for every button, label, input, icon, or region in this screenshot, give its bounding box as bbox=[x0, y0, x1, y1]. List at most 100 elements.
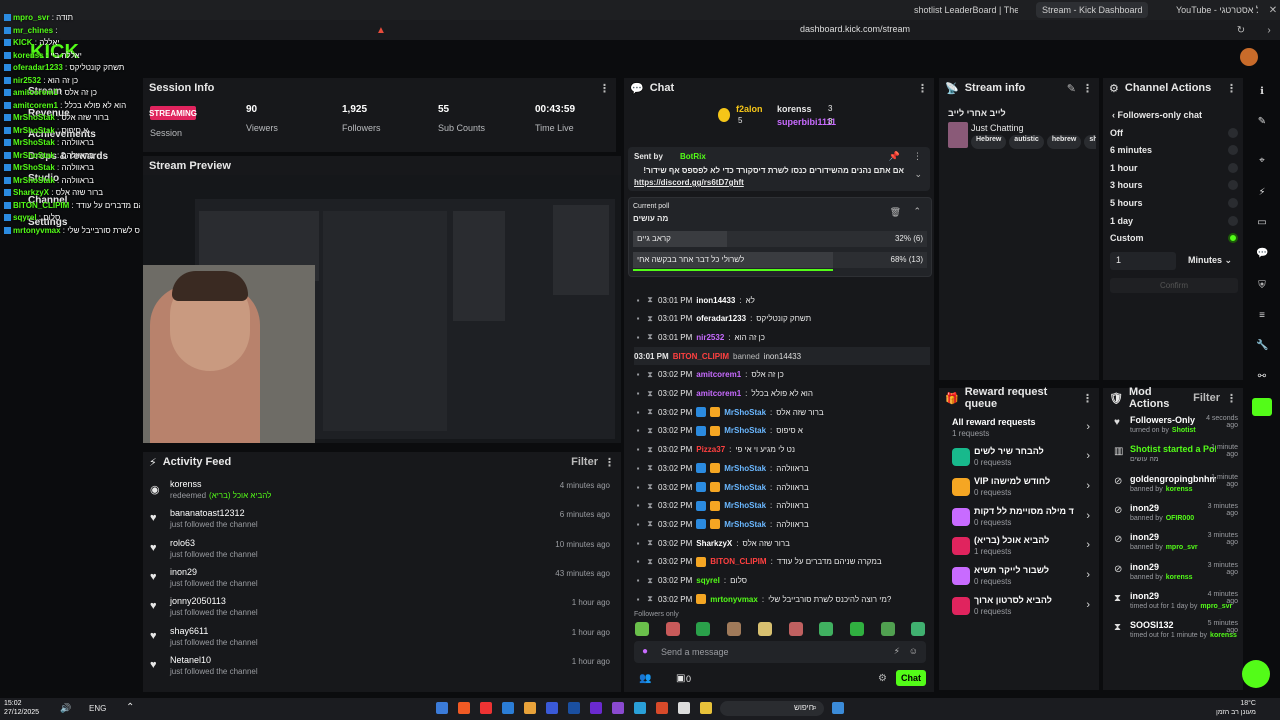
chat-message[interactable]: ▪ ⧗ 03:02 PM amitcorem1: כן זה אלס bbox=[634, 366, 930, 384]
delete-icon[interactable]: ▪ bbox=[634, 426, 642, 435]
tag[interactable]: autistic bbox=[1009, 135, 1044, 149]
wrench-icon[interactable]: 🔧 bbox=[1256, 340, 1268, 352]
mod-action-item[interactable]: ⊘ goldengropingbnhmlb banned by korenss 1 mi… bbox=[1112, 474, 1238, 503]
taskbar-search[interactable]: חיפוש ⌕ bbox=[720, 701, 824, 716]
chat-message[interactable]: ▪ ⧗ 03:02 PM MrShoStak: בראוולהה bbox=[634, 478, 930, 496]
filter-button[interactable]: Filter bbox=[571, 456, 598, 468]
app-icon[interactable] bbox=[634, 702, 646, 714]
more-icon[interactable]: ⋮ bbox=[913, 151, 922, 162]
chat-username[interactable]: nir2532 bbox=[696, 333, 724, 342]
mod-action-item[interactable]: ⊘ inon29 banned by OFIR000 3 minutes ago bbox=[1112, 503, 1238, 532]
chat-username[interactable]: oferadar1233 bbox=[696, 314, 746, 323]
poll-option[interactable]: לשרולי כל דבר אחר בבקשה אחי 68% (13) bbox=[633, 252, 927, 271]
app-icon[interactable] bbox=[546, 702, 558, 714]
timeout-icon[interactable]: ⧗ bbox=[646, 445, 654, 455]
gift-icon[interactable]: ▣ bbox=[676, 673, 685, 684]
app-icon[interactable] bbox=[502, 702, 514, 714]
chat-message[interactable]: ▪ ⧗ 03:01 PM inon14433: לא bbox=[634, 291, 930, 309]
followers-only-option[interactable]: 1 day bbox=[1110, 212, 1238, 229]
poll-option[interactable]: קראב גיים 32% (6) bbox=[633, 231, 927, 247]
tab-kick-dashboard[interactable]: Stream - Kick Dashboard bbox=[1036, 2, 1148, 18]
radio-button[interactable] bbox=[1228, 145, 1238, 156]
edit-icon[interactable]: ✎ bbox=[1256, 116, 1268, 128]
command-icon[interactable]: ⚡ bbox=[894, 646, 900, 657]
close-icon[interactable]: ✕ bbox=[1266, 3, 1280, 17]
timeout-icon[interactable]: ⧗ bbox=[646, 576, 654, 586]
pin-icon[interactable]: 📌 bbox=[889, 151, 900, 162]
timeout-icon[interactable]: ⧗ bbox=[646, 594, 654, 604]
radio-button[interactable] bbox=[1228, 180, 1238, 191]
app-icon[interactable] bbox=[590, 702, 602, 714]
app-icon[interactable] bbox=[480, 702, 492, 714]
chat-message[interactable]: ▪ ⧗ 03:02 PM SharkzyX: ברור שזה אלס bbox=[634, 534, 930, 552]
language-indicator[interactable]: ENG bbox=[89, 704, 106, 713]
mod-action-item[interactable]: ⧗ SOOSI132 timed out for 1 minute by korens… bbox=[1112, 620, 1238, 649]
chat-send-button[interactable]: Chat bbox=[896, 670, 926, 686]
delete-icon[interactable]: ▪ bbox=[634, 520, 642, 529]
radio-button[interactable] bbox=[1228, 233, 1238, 244]
emote-icon[interactable] bbox=[665, 622, 680, 636]
followers-only-option[interactable]: 1 hour bbox=[1110, 159, 1238, 176]
followers-only-option[interactable]: 6 minutes bbox=[1110, 142, 1238, 159]
alert-icon[interactable]: ▲ bbox=[374, 23, 388, 37]
app-icon[interactable] bbox=[700, 702, 712, 714]
emote-icon[interactable] bbox=[727, 622, 742, 636]
timeout-icon[interactable]: ⧗ bbox=[646, 519, 654, 529]
more-icon[interactable]: ⋮ bbox=[1082, 82, 1093, 95]
timeout-icon[interactable]: ⧗ bbox=[646, 370, 654, 380]
app-icon[interactable] bbox=[656, 702, 668, 714]
more-icon[interactable]: ⋮ bbox=[1226, 82, 1237, 95]
shield-icon[interactable]: ⛨ bbox=[1256, 280, 1268, 292]
emoji-icon[interactable]: ☺ bbox=[909, 646, 918, 656]
more-icon[interactable]: ⋮ bbox=[1082, 392, 1093, 405]
tray-chevron-icon[interactable]: ⌃ bbox=[126, 702, 134, 713]
timeout-icon[interactable]: ⧗ bbox=[646, 295, 654, 305]
chat-username[interactable]: amitcorem1 bbox=[696, 389, 741, 398]
chat-message[interactable]: ▪ ⧗ 03:02 PM BITON_CLIPIM: במקרה שניהם מדברי… bbox=[634, 553, 930, 571]
app-icon[interactable] bbox=[458, 702, 470, 714]
chat-message[interactable]: ▪ ⧗ 03:01 PM nir2532: כן זה הוא bbox=[634, 328, 930, 346]
emote-icon[interactable] bbox=[696, 622, 711, 636]
mod-action-item[interactable]: ⧗ inon29 timed out for 1 day by mpro_svr 4 m… bbox=[1112, 591, 1238, 620]
chat-username[interactable]: sqyrel bbox=[696, 576, 720, 585]
more-icon[interactable]: ⋮ bbox=[1226, 392, 1237, 405]
app-icon[interactable] bbox=[568, 702, 580, 714]
timeout-icon[interactable]: ⧗ bbox=[646, 557, 654, 567]
delete-icon[interactable]: ▪ bbox=[634, 389, 642, 398]
chat-message[interactable]: ▪ ⧗ 03:02 PM MrShoStak: א סיפוס bbox=[634, 422, 930, 440]
chat-message[interactable]: ▪ ⧗ 03:02 PM MrShoStak: ברור שזה אלס bbox=[634, 403, 930, 421]
chat-username[interactable]: MrShoStak bbox=[724, 426, 766, 435]
chat-message[interactable]: ▪ ⧗ 03:02 PM mrtonyvmax: מי רוצה להיכנס לשרת… bbox=[634, 590, 930, 608]
chat-username[interactable]: BITON_CLIPIM bbox=[710, 557, 766, 566]
category-name[interactable]: Just Chatting bbox=[971, 123, 1024, 133]
chevron-down-icon[interactable]: ⌄ bbox=[914, 169, 922, 180]
app-icon[interactable] bbox=[436, 702, 448, 714]
reward-item[interactable]: VIP לחודש למישהו 0 requests › bbox=[950, 474, 1090, 504]
tag[interactable]: Hebrew bbox=[971, 135, 1007, 149]
chat-username[interactable]: MrShoStak bbox=[724, 408, 766, 417]
reward-item[interactable]: להגיד מילה מסויימת לל דקות0 requests › bbox=[950, 504, 1090, 534]
mic-icon[interactable]: ● bbox=[642, 646, 648, 657]
refresh-icon[interactable]: ↻ bbox=[1234, 23, 1248, 37]
target-icon[interactable]: ⌖ bbox=[1256, 155, 1268, 167]
reward-item[interactable]: להביא לסרטון ארוך 0 requests › bbox=[950, 593, 1090, 623]
delete-icon[interactable]: ▪ bbox=[634, 576, 642, 585]
delete-icon[interactable]: ▪ bbox=[634, 501, 642, 510]
app-icon[interactable] bbox=[612, 702, 624, 714]
timeout-icon[interactable]: ⧗ bbox=[646, 538, 654, 548]
url-field[interactable]: dashboard.kick.com/stream bbox=[760, 24, 910, 34]
timeout-icon[interactable]: ⧗ bbox=[646, 463, 654, 473]
filter-button[interactable]: Filter bbox=[1193, 392, 1220, 404]
back-button[interactable]: ‹ Followers-only chat bbox=[1112, 110, 1202, 120]
reward-item[interactable]: לשבור לייקר תשיא 0 requests › bbox=[950, 563, 1090, 593]
radio-button[interactable] bbox=[1228, 162, 1238, 173]
delete-icon[interactable]: ▪ bbox=[634, 557, 642, 566]
timeout-icon[interactable]: ⧗ bbox=[646, 501, 654, 511]
tab-shotlist[interactable]: shotlist LeaderBoard | The best Chatti bbox=[908, 2, 1018, 18]
emote-icon[interactable] bbox=[911, 622, 926, 636]
reward-item[interactable]: להביא אוכל (בריא) 1 requests › bbox=[950, 533, 1090, 563]
kick-app-icon[interactable] bbox=[1252, 398, 1272, 416]
chat-message[interactable]: ▪ ⧗ 03:02 PM MrShoStak: בראוולהה bbox=[634, 515, 930, 533]
settings-icon[interactable]: ⚙ bbox=[878, 673, 887, 684]
mod-action-item[interactable]: ⊘ inon29 banned by mpro_svr 3 minutes ago bbox=[1112, 532, 1238, 561]
